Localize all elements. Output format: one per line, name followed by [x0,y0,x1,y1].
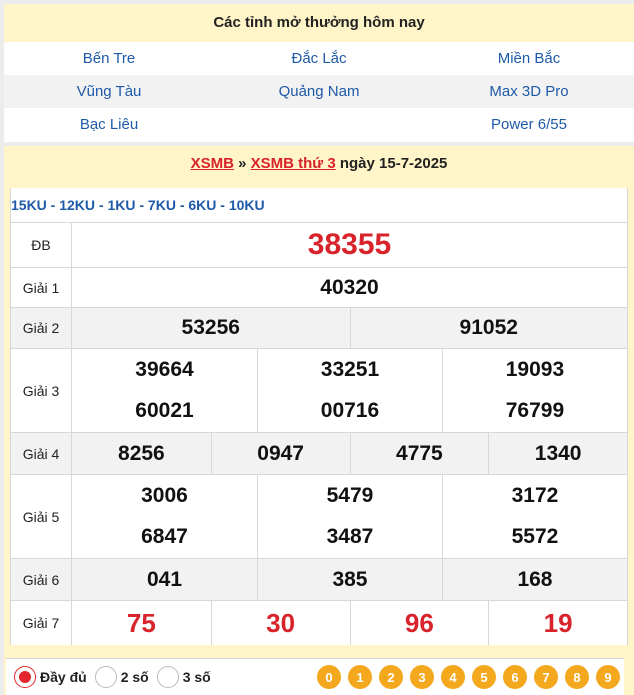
digit-filter: 0 1 2 3 4 5 6 7 8 9 [310,665,620,689]
prize-number: 53256 [181,316,240,339]
radio-full[interactable]: Đầy đủ [14,666,87,688]
radio-label: 3 số [182,669,211,685]
prize-number: 1340 [488,433,627,474]
prize-label: Giải 2 [11,308,72,348]
prize-label: Giải 5 [11,475,72,558]
prize-number: 30 [210,601,350,645]
provinces-panel: Các tỉnh mở thưởng hôm nay Bến Tre Đắc L… [4,4,634,142]
provinces-title: Các tỉnh mở thưởng hôm nay [4,4,634,42]
prize-number: 041 [146,567,183,591]
breadcrumb-weekday[interactable]: XSMB thứ 3 [251,155,336,172]
radio-3-digits[interactable]: 3 số [156,666,211,688]
prize-number: 38355 [307,228,392,261]
result-panel: XSMB » XSMB thứ 3 ngày 15-7-2025 15KU - … [4,146,634,695]
prize-number: 39664 [135,357,194,381]
province-link[interactable]: Max 3D Pro [424,83,634,100]
radio-2-digits[interactable]: 2 số [94,666,149,688]
digit-button[interactable]: 1 [348,665,372,689]
prize-number: 0947 [210,433,350,474]
digit-button[interactable]: 9 [596,665,620,689]
prize-row-db: ĐB 38355 [11,222,627,267]
prize-label: Giải 7 [11,601,72,645]
prize-number: 40320 [320,275,379,299]
prize-row-1: Giải 1 40320 [11,267,627,307]
prize-number: 5479 [256,475,442,516]
province-link[interactable]: Bến Tre [4,50,214,67]
prize-number: 96 [349,601,489,645]
prize-number: 3487 [256,516,442,558]
prize-number: 8256 [118,441,165,465]
provinces-row: Bến Tre Đắc Lắc Miền Bắc [4,42,634,75]
prize-row-4: Giải 4 8256 0947 4775 1340 [11,432,627,474]
digit-button[interactable]: 3 [410,665,434,689]
province-link[interactable]: Miền Bắc [424,50,634,67]
radio-empty-icon[interactable] [94,666,117,688]
result-table: 15KU - 12KU - 1KU - 7KU - 6KU - 10KU ĐB … [10,188,628,645]
digit-button[interactable]: 5 [472,665,496,689]
province-link[interactable]: Đắc Lắc [214,50,424,67]
display-controls: Đầy đủ 2 số 3 số 0 1 2 3 4 5 6 7 8 9 [6,658,624,695]
prize-number: 75 [126,607,156,638]
digit-button[interactable]: 6 [503,665,527,689]
prize-number: 19 [488,601,627,645]
province-link[interactable]: Bạc Liêu [4,116,214,133]
breadcrumb: XSMB » XSMB thứ 3 ngày 15-7-2025 [4,146,634,184]
prize-number: 76799 [441,390,627,432]
prize-label: Giải 3 [11,349,72,432]
prize-number: 00716 [256,390,442,432]
provinces-row: Vũng Tàu Quảng Nam Max 3D Pro [4,75,634,108]
prize-number: 33251 [256,349,442,390]
province-link[interactable]: Power 6/55 [424,116,634,133]
breadcrumb-date: ngày 15-7-2025 [335,155,448,172]
prize-number: 6847 [141,525,188,548]
digit-button[interactable]: 2 [379,665,403,689]
prize-number: 91052 [349,308,628,348]
province-link[interactable]: Quảng Nam [214,83,424,100]
digit-button[interactable]: 4 [441,665,465,689]
prize-row-7: Giải 7 75 30 96 19 [11,600,627,645]
prize-row-2: Giải 2 53256 91052 [11,307,627,348]
provinces-row: Bạc Liêu Power 6/55 [4,108,634,141]
digit-button[interactable]: 7 [534,665,558,689]
prize-number: 19093 [441,349,627,390]
prize-label: Giải 4 [11,433,72,474]
prize-number: 3006 [141,483,188,507]
prize-label: Giải 6 [11,559,72,600]
prize-number: 385 [256,559,442,600]
radio-selected-icon[interactable] [14,666,36,688]
prize-number: 168 [441,559,627,600]
prize-label: Giải 1 [11,268,72,307]
prize-label: ĐB [11,223,72,267]
draw-codes: 15KU - 12KU - 1KU - 7KU - 6KU - 10KU [11,197,265,213]
radio-label: 2 số [120,669,149,685]
breadcrumb-separator: » [233,155,251,172]
prize-row-3: Giải 3 39664 33251 19093 60021 00716 767… [11,348,627,432]
prize-number: 4775 [349,433,489,474]
prize-number: 60021 [135,399,194,422]
digit-button[interactable]: 8 [565,665,589,689]
prize-number: 5572 [441,516,627,558]
prize-row-5: Giải 5 3006 5479 3172 6847 3487 5572 [11,474,627,558]
radio-label: Đầy đủ [40,669,87,685]
prize-number: 3172 [441,475,627,516]
breadcrumb-xsmb[interactable]: XSMB [191,155,234,172]
province-link[interactable]: Vũng Tàu [4,83,214,100]
prize-row-6: Giải 6 041 385 168 [11,558,627,600]
digit-button[interactable]: 0 [317,665,341,689]
radio-empty-icon[interactable] [156,666,179,688]
